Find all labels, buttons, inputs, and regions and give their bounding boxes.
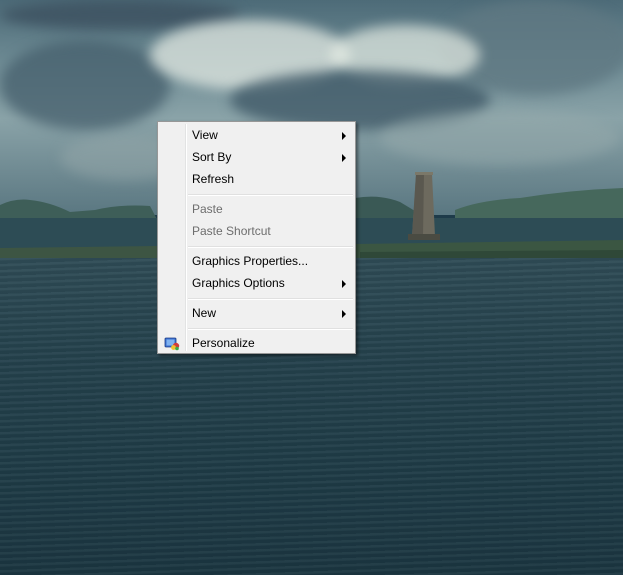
menu-item-refresh[interactable]: Refresh bbox=[160, 168, 353, 190]
submenu-arrow-icon bbox=[342, 280, 346, 288]
menu-item-label: New bbox=[192, 306, 217, 320]
submenu-arrow-icon bbox=[342, 310, 346, 318]
menu-item-label: Paste Shortcut bbox=[192, 224, 271, 238]
menu-item-label: Personalize bbox=[192, 336, 255, 350]
menu-item-label: View bbox=[192, 128, 218, 142]
wallpaper-cloud bbox=[0, 40, 170, 130]
menu-item-new[interactable]: New bbox=[160, 302, 353, 324]
menu-item-label: Graphics Options bbox=[192, 276, 285, 290]
lighthouse-tower bbox=[408, 172, 440, 240]
menu-item-sort-by[interactable]: Sort By bbox=[160, 146, 353, 168]
menu-item-paste[interactable]: Paste bbox=[160, 198, 353, 220]
menu-separator bbox=[188, 246, 353, 248]
menu-item-graphics-properties[interactable]: Graphics Properties... bbox=[160, 250, 353, 272]
menu-item-graphics-options[interactable]: Graphics Options bbox=[160, 272, 353, 294]
personalize-icon bbox=[164, 337, 180, 351]
menu-item-label: Sort By bbox=[192, 150, 232, 164]
menu-item-label: Refresh bbox=[192, 172, 235, 186]
menu-item-label: Graphics Properties... bbox=[192, 254, 309, 268]
desktop[interactable]: View Sort By Refresh Paste Paste Shortcu… bbox=[0, 0, 623, 575]
menu-item-view[interactable]: View bbox=[160, 124, 353, 146]
menu-item-personalize[interactable]: Personalize bbox=[160, 332, 353, 354]
menu-separator bbox=[188, 194, 353, 196]
wallpaper-cloud bbox=[380, 110, 620, 165]
menu-separator bbox=[188, 328, 353, 330]
menu-separator bbox=[188, 298, 353, 300]
menu-item-paste-shortcut[interactable]: Paste Shortcut bbox=[160, 220, 353, 242]
submenu-arrow-icon bbox=[342, 132, 346, 140]
submenu-arrow-icon bbox=[342, 154, 346, 162]
menu-item-label: Paste bbox=[192, 202, 223, 216]
desktop-context-menu: View Sort By Refresh Paste Paste Shortcu… bbox=[157, 121, 356, 354]
